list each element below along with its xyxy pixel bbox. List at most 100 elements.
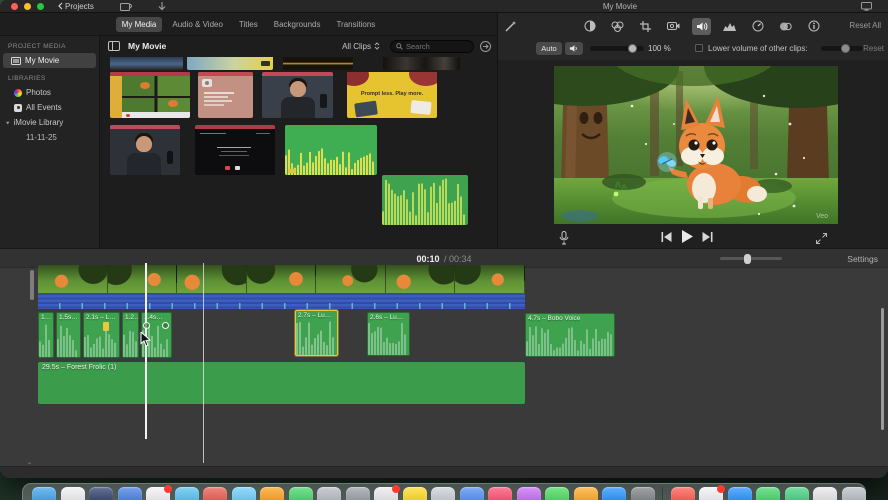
audio-clip[interactable]: 2.6s – Lu…	[367, 312, 410, 356]
dock-app-icon[interactable]	[231, 487, 256, 500]
media-clip-thumbnail[interactable]	[198, 72, 253, 118]
volume-slider-knob[interactable]	[628, 43, 637, 53]
dock-app-icon[interactable]	[203, 487, 227, 500]
audio-clip-thumbnail[interactable]	[382, 175, 468, 225]
enhance-wand-icon[interactable]	[504, 20, 517, 33]
lower-volume-knob[interactable]	[841, 43, 850, 53]
media-clip-thumbnail[interactable]	[110, 72, 190, 118]
media-clip-thumbnail[interactable]	[262, 72, 333, 118]
timeline-zoom-slider[interactable]	[720, 253, 782, 264]
timeline-video-audio-strip[interactable]	[38, 293, 525, 309]
fade-handle[interactable]	[162, 322, 169, 329]
screen-mirroring-icon[interactable]	[861, 2, 872, 11]
search-input[interactable]	[406, 41, 466, 51]
dock-app-icon[interactable]	[32, 487, 56, 500]
dock-app-icon[interactable]	[60, 487, 85, 500]
timeline-video-track[interactable]	[38, 265, 525, 293]
audio-clip[interactable]: 1.5s…	[56, 312, 81, 358]
dock-app-icon[interactable]	[402, 487, 427, 500]
audio-clip-selected[interactable]: 2.7s – Lu…	[295, 310, 338, 356]
dock-app-icon[interactable]	[573, 487, 598, 500]
media-clip-thumbnail[interactable]	[110, 125, 180, 175]
auto-volume-button[interactable]: Auto	[536, 42, 562, 55]
timeline-expand-chevron[interactable]: ‸	[28, 454, 31, 465]
import-media-icon[interactable]	[119, 2, 132, 11]
color-correction-button[interactable]	[608, 18, 627, 35]
timeline-settings-button[interactable]: Settings	[847, 254, 878, 264]
chevron-down-icon[interactable]: ▾	[6, 119, 10, 126]
mute-button[interactable]	[565, 42, 583, 55]
sidebar-item-all-events[interactable]: All Events	[0, 100, 99, 115]
next-frame-button[interactable]	[702, 231, 713, 242]
dock-app-icon[interactable]	[516, 487, 541, 500]
timeline-video-frame[interactable]	[385, 265, 456, 293]
dock-app-icon[interactable]	[630, 487, 655, 500]
dock-app-icon[interactable]	[784, 487, 809, 500]
dock-app-icon[interactable]	[146, 485, 172, 500]
audio-clip[interactable]: 1.2…	[122, 312, 139, 358]
tab-transitions[interactable]: Transitions	[330, 17, 381, 32]
color-balance-button[interactable]	[580, 18, 599, 35]
background-music-clip[interactable]: 29.5s – Forest Frolic (1)	[38, 362, 525, 404]
minimize-window-button[interactable]	[24, 2, 31, 10]
clips-filter-dropdown[interactable]: All Clips	[342, 42, 380, 51]
timeline-left-handle[interactable]	[30, 270, 34, 300]
dock-app-icon[interactable]	[756, 487, 780, 500]
media-clip-thumbnail[interactable]: Prompt less. Play more.	[347, 72, 437, 118]
preview-video[interactable]: Veo	[554, 66, 838, 224]
tab-backgrounds[interactable]: Backgrounds	[268, 17, 327, 32]
dock-app-icon[interactable]	[174, 487, 199, 500]
timeline-video-frame[interactable]	[246, 265, 317, 293]
dock-app-icon[interactable]	[727, 487, 752, 500]
timeline-video-frame[interactable]	[455, 265, 525, 293]
voiceover-mic-icon[interactable]	[559, 231, 569, 245]
playhead[interactable]	[145, 263, 147, 439]
dock-app-icon[interactable]	[459, 487, 484, 500]
lower-volume-checkbox[interactable]	[695, 44, 703, 52]
dock-app-icon[interactable]	[89, 487, 113, 500]
volume-button[interactable]	[692, 17, 711, 35]
dock[interactable]	[22, 483, 866, 500]
timeline-video-frame[interactable]	[316, 265, 386, 293]
timeline-video-frame[interactable]	[107, 265, 178, 293]
filters-button[interactable]	[776, 18, 795, 35]
dock-app-icon[interactable]	[670, 487, 695, 500]
lower-volume-slider[interactable]	[821, 43, 863, 53]
volume-slider[interactable]	[590, 43, 644, 53]
go-forward-circle-icon[interactable]	[480, 40, 491, 52]
media-clip-thumbnail[interactable]	[283, 57, 353, 70]
sidebar-item-imovie-library[interactable]: ▾ iMovie Library	[0, 115, 99, 130]
fullscreen-icon[interactable]	[816, 233, 827, 244]
dock-app-icon[interactable]	[841, 487, 866, 500]
back-to-projects-button[interactable]: Projects	[58, 2, 94, 11]
sidebar-item-library-date[interactable]: 11-11-25	[0, 130, 99, 145]
media-clip-thumbnail[interactable]	[110, 57, 183, 70]
timeline-scrollbar[interactable]	[881, 308, 884, 430]
play-button[interactable]	[681, 230, 693, 243]
previous-frame-button[interactable]	[661, 231, 672, 242]
timeline-video-frame[interactable]	[177, 265, 247, 293]
tab-audio-video[interactable]: Audio & Video	[166, 17, 229, 32]
fade-handle[interactable]	[143, 322, 150, 329]
close-window-button[interactable]	[11, 2, 18, 10]
audio-clip-thumbnail[interactable]	[285, 125, 377, 175]
dock-app-icon[interactable]	[317, 487, 341, 500]
dock-app-icon[interactable]	[602, 487, 626, 500]
tab-titles[interactable]: Titles	[233, 17, 264, 32]
timeline-video-frame[interactable]	[38, 265, 108, 293]
media-clip-thumbnail[interactable]	[383, 57, 460, 70]
skimmer-line[interactable]	[203, 263, 204, 463]
dock-app-icon[interactable]	[699, 485, 725, 500]
dock-app-icon[interactable]	[813, 487, 837, 500]
media-clip-thumbnail[interactable]	[187, 57, 273, 70]
audio-clip[interactable]: 2.1s – L…	[83, 312, 120, 358]
zoom-window-button[interactable]	[37, 2, 44, 10]
stabilization-button[interactable]	[664, 18, 683, 35]
download-arrow-icon[interactable]	[158, 1, 166, 11]
noise-reduction-button[interactable]	[720, 18, 739, 35]
clip-info-button[interactable]	[804, 18, 823, 35]
dock-app-icon[interactable]	[488, 487, 512, 500]
dock-app-icon[interactable]	[288, 487, 313, 500]
sidebar-toggle-icon[interactable]	[108, 41, 120, 51]
tab-my-media[interactable]: My Media	[115, 16, 163, 32]
